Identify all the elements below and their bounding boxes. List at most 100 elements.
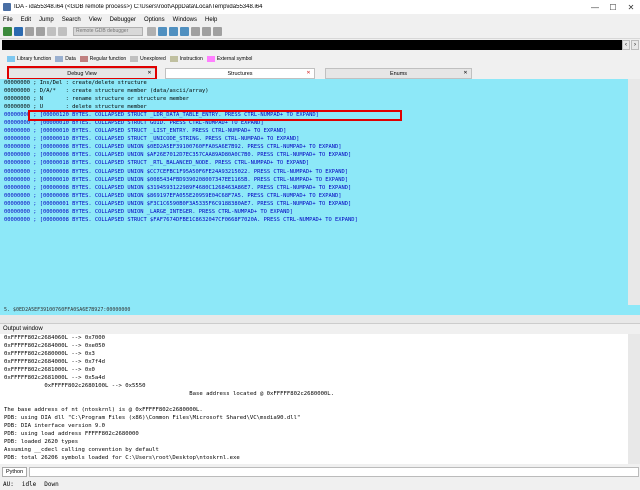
output-line: The base address of nt (ntoskrnl) is @ 0… xyxy=(4,407,203,413)
python-bar: Python xyxy=(0,466,640,478)
legend-library: Library function xyxy=(17,56,52,62)
struct-line[interactable]: 00000000 ; [00000008 BYTES. COLLAPSED ST… xyxy=(4,216,628,224)
output-line: 0xFFFFF802c2684060L --> 0x7000 xyxy=(4,335,106,341)
struct-line[interactable]: 00000000 ; [00000010 BYTES. COLLAPSED ST… xyxy=(4,135,628,143)
output-line: 0xFFFFF802c2684000L --> 0xe050 xyxy=(4,343,106,349)
breakpoint-icon[interactable] xyxy=(202,27,211,36)
tab-structures-label: Structures xyxy=(227,71,253,77)
output-line: 0xFFFFF802c2680100L --> 0x5550 xyxy=(4,383,146,389)
menu-bar: File Edit Jump Search View Debugger Opti… xyxy=(0,14,640,25)
output-line: Assuming __cdecl calling convention by d… xyxy=(4,447,159,453)
debug-view-highlight xyxy=(7,66,157,80)
window-title: IDA - ida55348.i64 (<GDB remote process>… xyxy=(14,4,263,10)
status-bar: AU: idle Down xyxy=(0,478,640,490)
legend-swatch-library xyxy=(7,56,15,62)
legend-regular: Regular function xyxy=(89,56,127,62)
menu-help[interactable]: Help xyxy=(205,17,217,23)
structures-vertical-scrollbar[interactable] xyxy=(628,79,640,305)
struct-line[interactable]: 00000000 ; [00000010 BYTES. COLLAPSED UN… xyxy=(4,176,628,184)
struct-line[interactable]: 00000000 ; [00000001 BYTES. COLLAPSED UN… xyxy=(4,200,628,208)
struct-line[interactable]: 00000000 ; [00000008 BYTES. COLLAPSED UN… xyxy=(4,184,628,192)
open-icon[interactable] xyxy=(3,27,12,36)
ldr-struct-highlight xyxy=(28,110,402,121)
navigation-band[interactable] xyxy=(2,40,622,50)
structures-horizontal-scrollbar[interactable] xyxy=(0,315,640,323)
struct-line[interactable]: 00000000 ; [00000008 BYTES. COLLAPSED UN… xyxy=(4,168,628,176)
close-tab-icon[interactable]: ✕ xyxy=(462,70,469,77)
output-line: PDB: total 26206 symbols loaded for C:\U… xyxy=(4,455,240,461)
struct-line[interactable]: 00000000 ; Ins/Del : create/delete struc… xyxy=(4,79,628,87)
step-over-icon[interactable] xyxy=(169,27,178,36)
menu-jump[interactable]: Jump xyxy=(39,17,54,23)
output-line: PDB: using load address FFFFF802c2680000 xyxy=(4,431,139,437)
struct-line[interactable]: 00000000 ; [00000008 BYTES. COLLAPSED UN… xyxy=(4,143,628,151)
back-icon[interactable] xyxy=(25,27,34,36)
struct-line[interactable]: 00000000 ; D/A/* : create structure memb… xyxy=(4,87,628,95)
tab-structures[interactable]: Structures ✕ xyxy=(165,68,315,79)
output-line: PDB: using DIA dll "C:\Program Files (x8… xyxy=(4,415,301,421)
debugger-select[interactable]: Remote GDB debugger xyxy=(73,27,143,36)
legend-data: Data xyxy=(65,56,76,62)
output-window[interactable]: 0xFFFFF802c2684060L --> 0x7000 0xFFFFF80… xyxy=(0,334,628,464)
menu-debugger[interactable]: Debugger xyxy=(110,17,136,23)
color-legend: Library function Data Regular function U… xyxy=(0,54,640,64)
minimize-button[interactable]: — xyxy=(586,0,604,14)
legend-swatch-regular xyxy=(79,56,88,62)
output-window-header: Output window xyxy=(0,323,640,334)
status-state: idle xyxy=(21,480,37,488)
step-out-icon[interactable] xyxy=(191,27,200,36)
close-button[interactable]: ✕ xyxy=(622,0,640,14)
output-line: Base address located @ 0xFFFFF802c268000… xyxy=(4,391,335,397)
maximize-button[interactable]: ☐ xyxy=(604,0,622,14)
menu-edit[interactable]: Edit xyxy=(21,17,31,23)
save-icon[interactable] xyxy=(14,27,23,36)
status-direction: Down xyxy=(44,480,59,488)
output-vertical-scrollbar[interactable] xyxy=(628,334,640,464)
stop-icon[interactable] xyxy=(58,27,67,36)
legend-instruction: Instruction xyxy=(179,56,203,62)
output-window-title: Output window xyxy=(3,326,43,332)
struct-line[interactable]: 00000000 ; [00000010 BYTES. COLLAPSED ST… xyxy=(4,127,628,135)
struct-line[interactable]: 00000000 ; [00000008 BYTES. COLLAPSED UN… xyxy=(4,151,628,159)
menu-options[interactable]: Options xyxy=(144,17,165,23)
close-tab-icon[interactable]: ✕ xyxy=(305,70,312,77)
menu-view[interactable]: View xyxy=(89,17,102,23)
structures-status-line: 5. $0ED2A5EF39100760FFA0SA6E7B927:000000… xyxy=(0,305,640,315)
output-line: PDB: loaded 2620 types xyxy=(4,439,79,445)
menu-windows[interactable]: Windows xyxy=(173,17,197,23)
legend-swatch-unexplored xyxy=(130,56,139,62)
nav-right-arrow[interactable]: › xyxy=(631,40,639,50)
legend-swatch-data xyxy=(55,56,64,62)
legend-external: External symbol xyxy=(216,56,253,62)
menu-search[interactable]: Search xyxy=(62,17,81,23)
output-line: 0xFFFFF802c2681000L --> 0x5a4d xyxy=(4,375,106,381)
struct-line[interactable]: 00000000 ; [00000008 BYTES. COLLAPSED UN… xyxy=(4,192,628,200)
output-line: PDB: DIA interface version 9.0 xyxy=(4,423,106,429)
struct-line[interactable]: 00000000 ; [00000018 BYTES. COLLAPSED ST… xyxy=(4,159,628,167)
title-bar: IDA - ida55348.i64 (<GDB remote process>… xyxy=(0,0,640,14)
menu-file[interactable]: File xyxy=(3,17,13,23)
python-input[interactable] xyxy=(29,467,640,477)
output-line: 0xFFFFF802c2684000L --> 0x7f4d xyxy=(4,359,106,365)
toolbar: Remote GDB debugger xyxy=(0,25,640,39)
legend-swatch-instruction xyxy=(169,56,178,62)
nav-left-arrow[interactable]: ‹ xyxy=(622,40,630,50)
attach-icon[interactable] xyxy=(147,27,156,36)
ida-app-icon xyxy=(3,3,11,11)
tab-enums[interactable]: Enums ✕ xyxy=(325,68,472,79)
legend-swatch-external xyxy=(206,56,215,62)
legend-unexplored: Unexplored xyxy=(140,56,166,62)
output-line: 0xFFFFF802c2680000L --> 0x3 xyxy=(4,351,95,357)
status-au: AU: xyxy=(3,480,14,488)
struct-line[interactable]: 00000000 ; N : rename structure or struc… xyxy=(4,95,628,103)
python-button[interactable]: Python xyxy=(2,467,28,477)
step-into-icon[interactable] xyxy=(158,27,167,36)
output-line: 0xFFFFF802c2681000L --> 0x0 xyxy=(4,367,95,373)
run-to-cursor-icon[interactable] xyxy=(180,27,189,36)
struct-line[interactable]: 00000000 ; [00000008 BYTES. COLLAPSED UN… xyxy=(4,208,628,216)
pause-icon[interactable] xyxy=(47,27,56,36)
forward-icon[interactable] xyxy=(36,27,45,36)
tab-enums-label: Enums xyxy=(389,71,408,77)
trace-icon[interactable] xyxy=(213,27,222,36)
